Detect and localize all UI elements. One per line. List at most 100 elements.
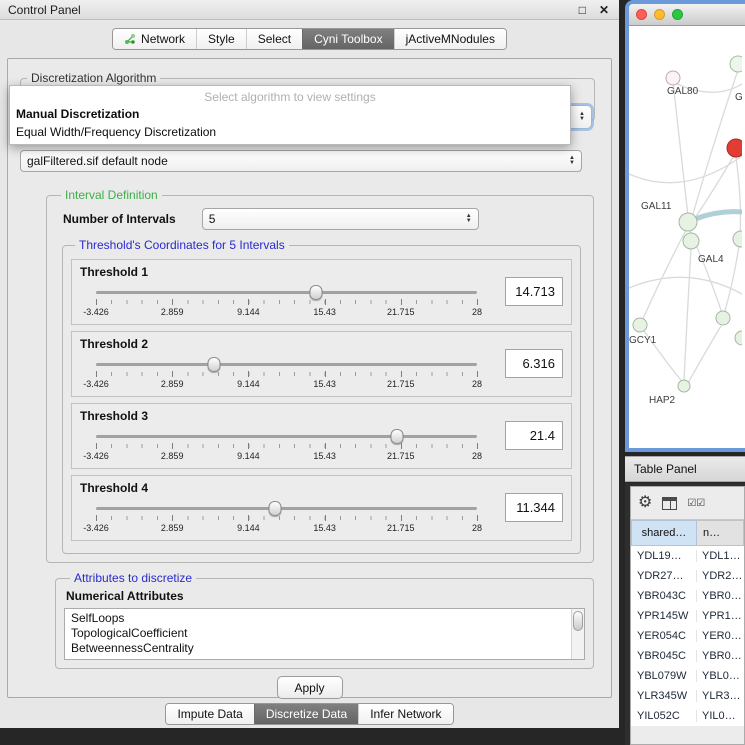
table-cell[interactable]: YER0… <box>697 630 744 642</box>
threshold-value-field[interactable]: 6.316 <box>505 349 563 378</box>
slider-track[interactable] <box>96 435 477 438</box>
table-cell[interactable]: YIL0… <box>697 710 744 722</box>
node-label: GAL4 <box>698 254 724 265</box>
column-header-shared-name[interactable]: shared… <box>631 520 697 546</box>
threshold-slider[interactable]: -3.426 2.859 9.144 15.43 21.715 28 <box>96 283 477 323</box>
table-row[interactable]: YBR043C YBR0… <box>631 586 744 606</box>
scale-label: 21.715 <box>387 379 415 389</box>
thresholds-group: Threshold's Coordinates for 5 Intervals … <box>62 238 581 554</box>
threshold-slider[interactable]: -3.426 2.859 9.144 15.43 21.715 28 <box>96 427 477 467</box>
table-cell[interactable]: YLR345W <box>631 690 697 702</box>
list-scrollbar[interactable] <box>571 609 584 659</box>
threshold-value-field[interactable]: 21.4 <box>505 421 563 450</box>
network-node[interactable] <box>730 56 742 72</box>
number-of-intervals-combobox[interactable]: 5 ▲▼ <box>202 208 479 230</box>
table-row[interactable]: YER054C YER0… <box>631 626 744 646</box>
table-cell[interactable]: YPR145W <box>631 610 697 622</box>
slider-handle[interactable] <box>309 285 322 300</box>
tab-discretize-data[interactable]: Discretize Data <box>254 704 358 724</box>
slider-handle[interactable] <box>208 357 221 372</box>
select-columns-icon[interactable]: ☑☑ <box>687 498 705 509</box>
table-cell[interactable]: YDL1… <box>697 550 744 562</box>
slider-track[interactable] <box>96 507 477 510</box>
table-row[interactable]: YBR045C YBR0… <box>631 646 744 666</box>
list-item[interactable]: TopologicalCoefficient <box>71 626 570 641</box>
table-row[interactable]: YDR27… YDR2… <box>631 566 744 586</box>
scale-label: 28 <box>472 523 482 533</box>
tab-jactivemnodules[interactable]: jActiveMNodules <box>394 29 506 49</box>
network-canvas[interactable]: GAL80 GAL11 GAL4 GCY1 HAP2 GA <box>629 26 745 448</box>
thresholds-group-title: Threshold's Coordinates for 5 Intervals <box>75 238 289 252</box>
close-icon[interactable]: ✕ <box>599 3 609 17</box>
table-row[interactable]: YDL19… YDL1… <box>631 546 744 566</box>
gear-icon[interactable]: ⚙ <box>638 495 652 511</box>
major-tick <box>401 515 402 521</box>
numerical-attributes-list[interactable]: SelfLoops TopologicalCoefficient Between… <box>64 608 585 660</box>
table-row[interactable]: YIL052C YIL0… <box>631 706 744 726</box>
network-node[interactable] <box>678 380 690 392</box>
scale-label: -3.426 <box>83 307 109 317</box>
list-item[interactable]: BetweennessCentrality <box>71 641 570 656</box>
columns-icon[interactable] <box>662 497 677 510</box>
column-header-name[interactable]: n… <box>697 520 744 546</box>
tab-select[interactable]: Select <box>246 29 302 49</box>
threshold-slider[interactable]: -3.426 2.859 9.144 15.43 21.715 28 <box>96 355 477 395</box>
slider-handle[interactable] <box>269 501 282 516</box>
scrollbar-thumb[interactable] <box>573 611 583 631</box>
network-node[interactable] <box>735 331 742 345</box>
minimize-traffic-light[interactable] <box>654 9 665 20</box>
tab-label: Select <box>258 32 291 46</box>
threshold-panel-4: Threshold 4 -3.426 2.859 <box>71 475 572 541</box>
close-traffic-light[interactable] <box>636 9 647 20</box>
zoom-traffic-light[interactable] <box>672 9 683 20</box>
network-node-selected[interactable] <box>727 139 742 157</box>
network-node[interactable] <box>633 318 647 332</box>
tab-infer-network[interactable]: Infer Network <box>358 704 452 724</box>
bottom-tab-row: Impute Data Discretize Data Infer Networ… <box>0 698 619 725</box>
scale-label: 2.859 <box>161 379 184 389</box>
tab-impute-data[interactable]: Impute Data <box>166 704 253 724</box>
apply-button[interactable]: Apply <box>277 676 343 699</box>
threshold-value-field[interactable]: 11.344 <box>505 493 563 522</box>
threshold-slider[interactable]: -3.426 2.859 9.144 15.43 21.715 28 <box>96 499 477 539</box>
tab-style[interactable]: Style <box>196 29 246 49</box>
slider-handle[interactable] <box>390 429 403 444</box>
network-node[interactable] <box>683 233 699 249</box>
node-label: GA <box>735 92 742 103</box>
list-item[interactable]: SelfLoops <box>71 611 570 626</box>
table-cell[interactable]: YBR0… <box>697 590 744 602</box>
table-panel-title: Table Panel <box>634 462 697 476</box>
scale-label: 28 <box>472 307 482 317</box>
table-cell[interactable]: YDL19… <box>631 550 697 562</box>
table-cell[interactable]: YBR045C <box>631 650 697 662</box>
table-cell[interactable]: YBR043C <box>631 590 697 602</box>
table-cell[interactable]: YPR1… <box>697 610 744 622</box>
scale-label: -3.426 <box>83 451 109 461</box>
table-cell[interactable]: YDR2… <box>697 570 744 582</box>
network-node[interactable] <box>716 311 730 325</box>
slider-track[interactable] <box>96 363 477 366</box>
tab-cyni-toolbox[interactable]: Cyni Toolbox <box>302 29 393 49</box>
table-cell[interactable]: YDR27… <box>631 570 697 582</box>
table-cell[interactable]: YBL0… <box>697 670 744 682</box>
slider-track[interactable] <box>96 291 477 294</box>
network-node[interactable] <box>733 231 742 247</box>
float-window-icon[interactable]: □ <box>579 3 586 17</box>
network-node[interactable] <box>679 213 697 231</box>
table-row[interactable]: YBL079W YBL0… <box>631 666 744 686</box>
dropdown-option-manual-discretization[interactable]: Manual Discretization <box>10 105 570 123</box>
threshold-value-field[interactable]: 14.713 <box>505 277 563 306</box>
dropdown-option-equal-width-frequency[interactable]: Equal Width/Frequency Discretization <box>10 123 570 141</box>
table-cell[interactable]: YBR0… <box>697 650 744 662</box>
table-cell[interactable]: YLR3… <box>697 690 744 702</box>
tab-network[interactable]: Network <box>113 29 196 49</box>
control-panel-tabs: Network Style Select Cyni Toolbox jActiv… <box>112 28 507 50</box>
table-row[interactable]: YLR345W YLR3… <box>631 686 744 706</box>
network-node[interactable] <box>666 71 680 85</box>
table-cell[interactable]: YER054C <box>631 630 697 642</box>
table-data-combobox[interactable]: galFiltered.sif default node ▲▼ <box>20 150 582 172</box>
table-row[interactable]: YPR145W YPR1… <box>631 606 744 626</box>
table-cell[interactable]: YIL052C <box>631 710 697 722</box>
table-cell[interactable]: YBL079W <box>631 670 697 682</box>
control-panel-titlebar: Control Panel □ ✕ <box>0 0 619 20</box>
